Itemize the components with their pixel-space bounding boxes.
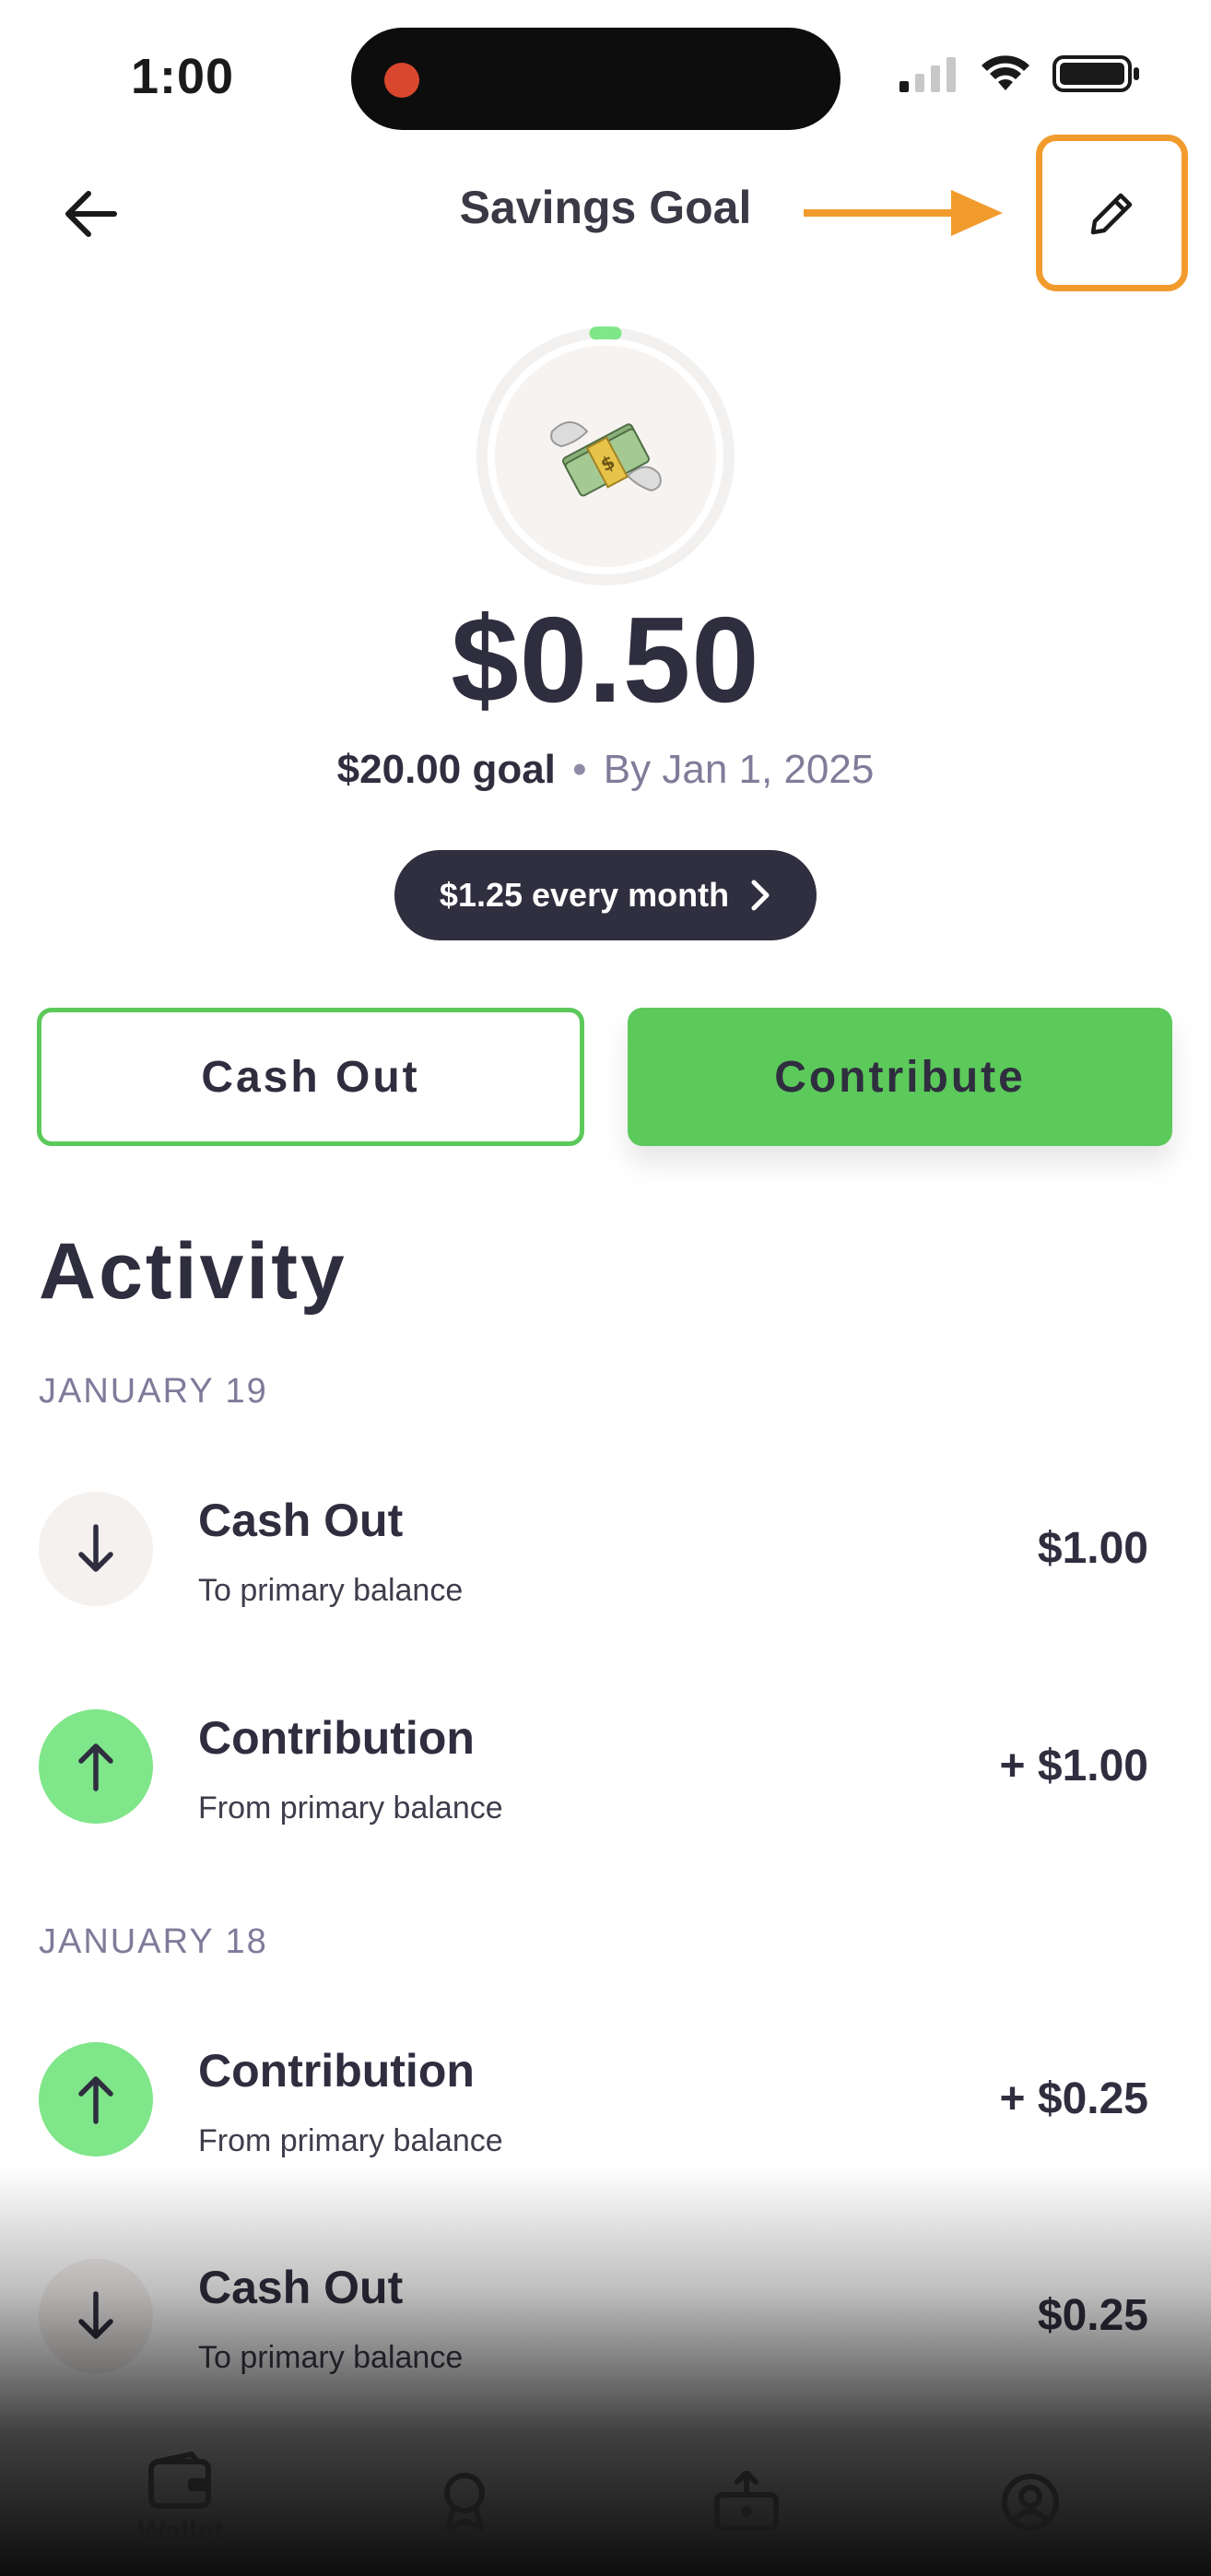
contribute-button[interactable]: Contribute [628, 1008, 1172, 1146]
activity-amount: $1.00 [1037, 1524, 1148, 1573]
separator-dot: • [572, 747, 587, 792]
nav-wallet-label: Wallet [137, 2515, 224, 2548]
activity-title: Contribution [198, 1712, 475, 1764]
badge-icon [444, 2473, 485, 2531]
money-with-wings-icon: $ [550, 421, 662, 497]
profile-icon [1002, 2474, 1059, 2531]
cash-out-button[interactable]: Cash Out [37, 1008, 584, 1146]
activity-type-badge [39, 2042, 153, 2157]
wifi-icon [982, 55, 1029, 90]
recurring-schedule-button[interactable]: $1.25 every month [394, 850, 817, 940]
activity-amount: + $0.25 [999, 2074, 1148, 2123]
activity-type-badge [39, 1709, 153, 1824]
status-icons [899, 53, 1141, 94]
arrow-up-icon [78, 2076, 113, 2124]
activity-title: Cash Out [198, 2262, 404, 2313]
nav-send[interactable] [673, 2471, 820, 2532]
arrow-up-icon [78, 1743, 113, 1791]
activity-row[interactable]: Contribution From primary balance + $1.0… [0, 1693, 1211, 1840]
activity-subtitle: From primary balance [198, 1790, 503, 1826]
activity-heading: Activity [39, 1227, 347, 1316]
page-title: Savings Goal [459, 182, 752, 233]
date-header: JANUARY 19 [39, 1372, 268, 1411]
schedule-label: $1.25 every month [439, 876, 730, 914]
goal-target-amount: $20.00 goal [336, 747, 556, 792]
edit-goal-button[interactable] [1078, 181, 1145, 247]
activity-subtitle: From primary balance [198, 2123, 503, 2158]
goal-target-date: By Jan 1, 2025 [603, 747, 875, 792]
send-money-icon [714, 2471, 779, 2531]
saved-amount: $0.50 [451, 592, 760, 727]
activity-title: Cash Out [198, 1495, 404, 1546]
dynamic-island [351, 28, 841, 130]
activity-amount: $0.25 [1037, 2291, 1148, 2340]
activity-title: Contribution [198, 2045, 475, 2097]
nav-rewards[interactable] [391, 2471, 538, 2532]
nav-profile[interactable] [957, 2473, 1104, 2532]
annotation-arrow-icon [804, 190, 1003, 236]
status-time: 1:00 [131, 49, 235, 104]
cellular-signal-icon [899, 57, 956, 92]
pencil-icon [1090, 193, 1133, 235]
activity-subtitle: To primary balance [198, 2340, 464, 2375]
wallet-icon [148, 2452, 211, 2509]
date-header: JANUARY 18 [39, 1922, 268, 1961]
activity-row[interactable]: Contribution From primary balance + $0.2… [0, 2026, 1211, 2173]
activity-row[interactable]: Cash Out To primary balance $0.25 [0, 2242, 1211, 2390]
nav-wallet[interactable]: Wallet [107, 2451, 254, 2549]
activity-amount: + $1.00 [999, 1742, 1148, 1790]
goal-summary: $20.00 goal • By Jan 1, 2025 [0, 747, 1211, 793]
activity-type-badge [39, 2259, 153, 2373]
activity-row[interactable]: Cash Out To primary balance $1.00 [0, 1475, 1211, 1623]
activity-type-badge [39, 1492, 153, 1606]
arrow-down-icon [78, 1524, 113, 1572]
activity-subtitle: To primary balance [198, 1573, 464, 1608]
battery-icon [1052, 55, 1139, 92]
chevron-right-icon [751, 880, 770, 911]
bottom-nav: Wallet [0, 2434, 1211, 2576]
arrow-down-icon [78, 2291, 113, 2339]
recording-indicator-icon [384, 63, 419, 98]
